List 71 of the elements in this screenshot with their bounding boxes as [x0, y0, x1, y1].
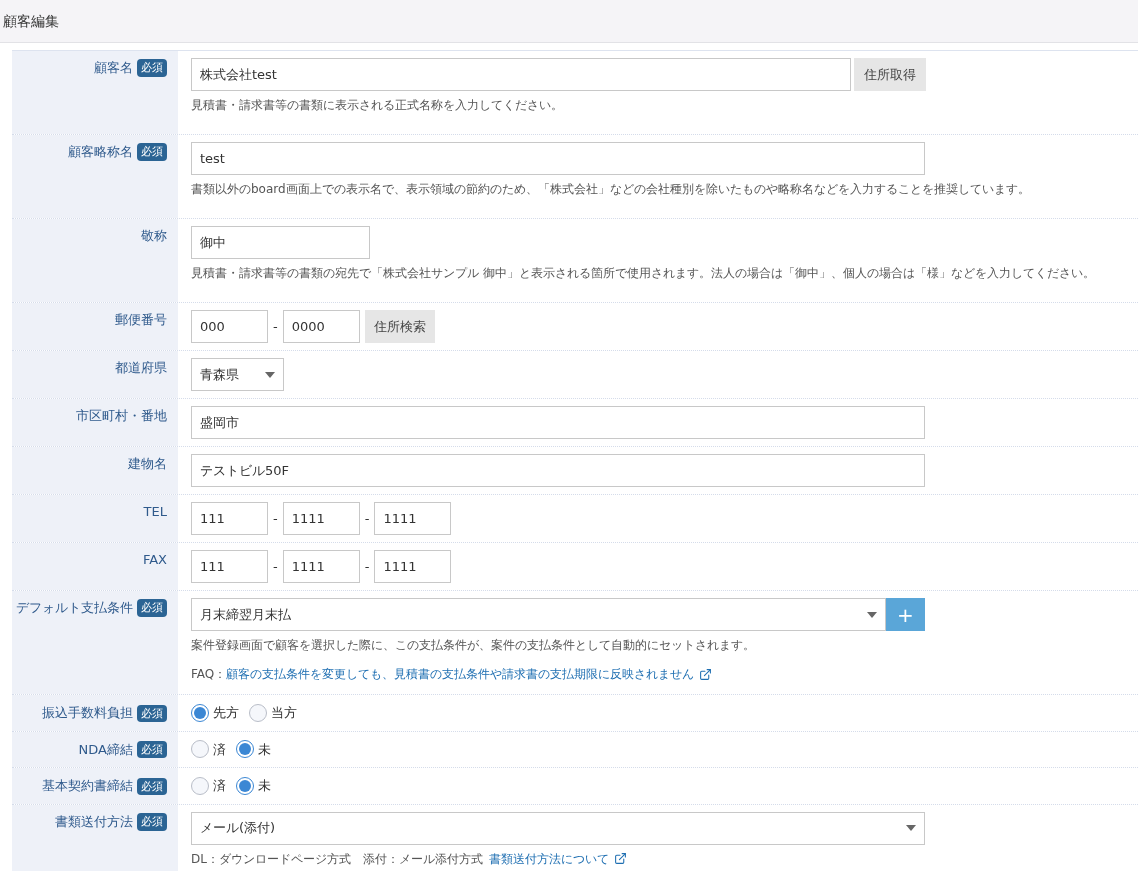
- separator: -: [273, 509, 278, 528]
- field-label: FAX: [142, 551, 167, 569]
- separator: -: [273, 557, 278, 576]
- radio-button[interactable]: [249, 703, 267, 722]
- field-label: NDA締結: [78, 740, 133, 759]
- separator: -: [273, 317, 278, 336]
- field-label: 建物名: [128, 455, 167, 473]
- radio-option[interactable]: 当方: [249, 703, 297, 723]
- input-field[interactable]: 株式会社test: [191, 58, 851, 91]
- caret-icon: [867, 611, 877, 618]
- radio-button[interactable]: [236, 776, 254, 795]
- radio-option[interactable]: 済: [191, 776, 226, 796]
- field-label: 市区町村・番地: [76, 407, 167, 425]
- help-text: 見積書・請求書等の書類の宛先で「株式会社サンプル 御中」と表示される箇所で使用されます。法人の場合は「御中」、個人の場合は「様」などを入力してください。: [191, 265, 1096, 281]
- external-link-icon: [613, 852, 627, 865]
- required-badge: 必須: [137, 143, 167, 161]
- radio-option[interactable]: 未: [236, 776, 271, 796]
- radio-button[interactable]: [191, 703, 209, 722]
- radio-option[interactable]: 未: [236, 739, 271, 759]
- caret-icon: [265, 371, 275, 378]
- select-field[interactable]: 青森県: [191, 358, 284, 391]
- page-title: 顧客編集: [3, 13, 59, 29]
- help-link[interactable]: 書類送付方法について: [488, 850, 609, 867]
- field-label: 書類送付方法: [55, 812, 133, 831]
- radio-button[interactable]: [191, 740, 209, 759]
- help-text: 見積書・請求書等の書類に表示される正式名称を入力してください。: [191, 97, 564, 113]
- field-label: 顧客略称名: [68, 143, 133, 161]
- input-field[interactable]: 0000: [282, 310, 360, 343]
- field-label: 郵便番号: [115, 311, 167, 329]
- required-badge: 必須: [137, 812, 167, 831]
- input-field[interactable]: 1111: [374, 550, 452, 583]
- select-field[interactable]: メール(添付): [191, 811, 925, 845]
- help-text: 書類以外のboard画面上での表示名で、表示領域の節約のため、「株式会社」などの会社種別を除いたものや略称名などを入力することを推奨しています。: [191, 181, 1031, 197]
- address-fetch-button[interactable]: 住所取得: [854, 58, 926, 91]
- field-label: 振込手数料負担: [42, 704, 133, 722]
- select-field[interactable]: 月末締翌月末払: [191, 598, 886, 631]
- input-field[interactable]: 1111: [282, 502, 360, 535]
- faq-label: FAQ：: [191, 666, 227, 682]
- help-text: 案件登録画面で顧客を選択した際に、この支払条件が、案件の支払条件として自動的にセットされます。: [191, 637, 756, 653]
- field-label: 都道府県: [115, 359, 167, 377]
- help-text: 添付：メール添付方式: [362, 850, 483, 867]
- required-badge: 必須: [137, 741, 167, 758]
- field-label: 顧客名: [94, 59, 133, 77]
- input-field[interactable]: 111: [191, 502, 268, 535]
- field-label: 基本契約書締結: [42, 777, 133, 795]
- field-label: 敬称: [141, 227, 167, 245]
- input-field[interactable]: 1111: [374, 502, 452, 535]
- faq-link[interactable]: 顧客の支払条件を変更しても、見積書の支払条件や請求書の支払期限に反映されません: [226, 666, 695, 682]
- required-badge: 必須: [137, 704, 167, 722]
- field-label: TEL: [143, 503, 167, 521]
- radio-button[interactable]: [191, 776, 209, 795]
- field-label: デフォルト支払条件: [16, 599, 133, 617]
- input-field[interactable]: 1111: [282, 550, 360, 583]
- separator: -: [364, 509, 370, 528]
- help-text: DL：ダウンロードページ方式: [191, 850, 351, 867]
- required-badge: 必須: [137, 599, 167, 617]
- input-field[interactable]: 盛岡市: [191, 406, 925, 439]
- radio-option[interactable]: 済: [191, 739, 226, 759]
- external-link-icon: [699, 667, 713, 681]
- radio-option[interactable]: 先方: [191, 703, 239, 723]
- required-badge: 必須: [137, 777, 167, 795]
- input-field[interactable]: 111: [191, 550, 268, 583]
- input-field[interactable]: test: [191, 142, 925, 175]
- radio-button[interactable]: [236, 740, 254, 759]
- caret-icon: [906, 825, 916, 831]
- input-field[interactable]: テストビル50F: [191, 454, 925, 487]
- input-field[interactable]: 000: [191, 310, 268, 343]
- input-field[interactable]: 御中: [191, 226, 370, 259]
- separator: -: [364, 557, 370, 576]
- required-badge: 必須: [137, 59, 167, 77]
- address-search-button[interactable]: 住所検索: [364, 310, 435, 343]
